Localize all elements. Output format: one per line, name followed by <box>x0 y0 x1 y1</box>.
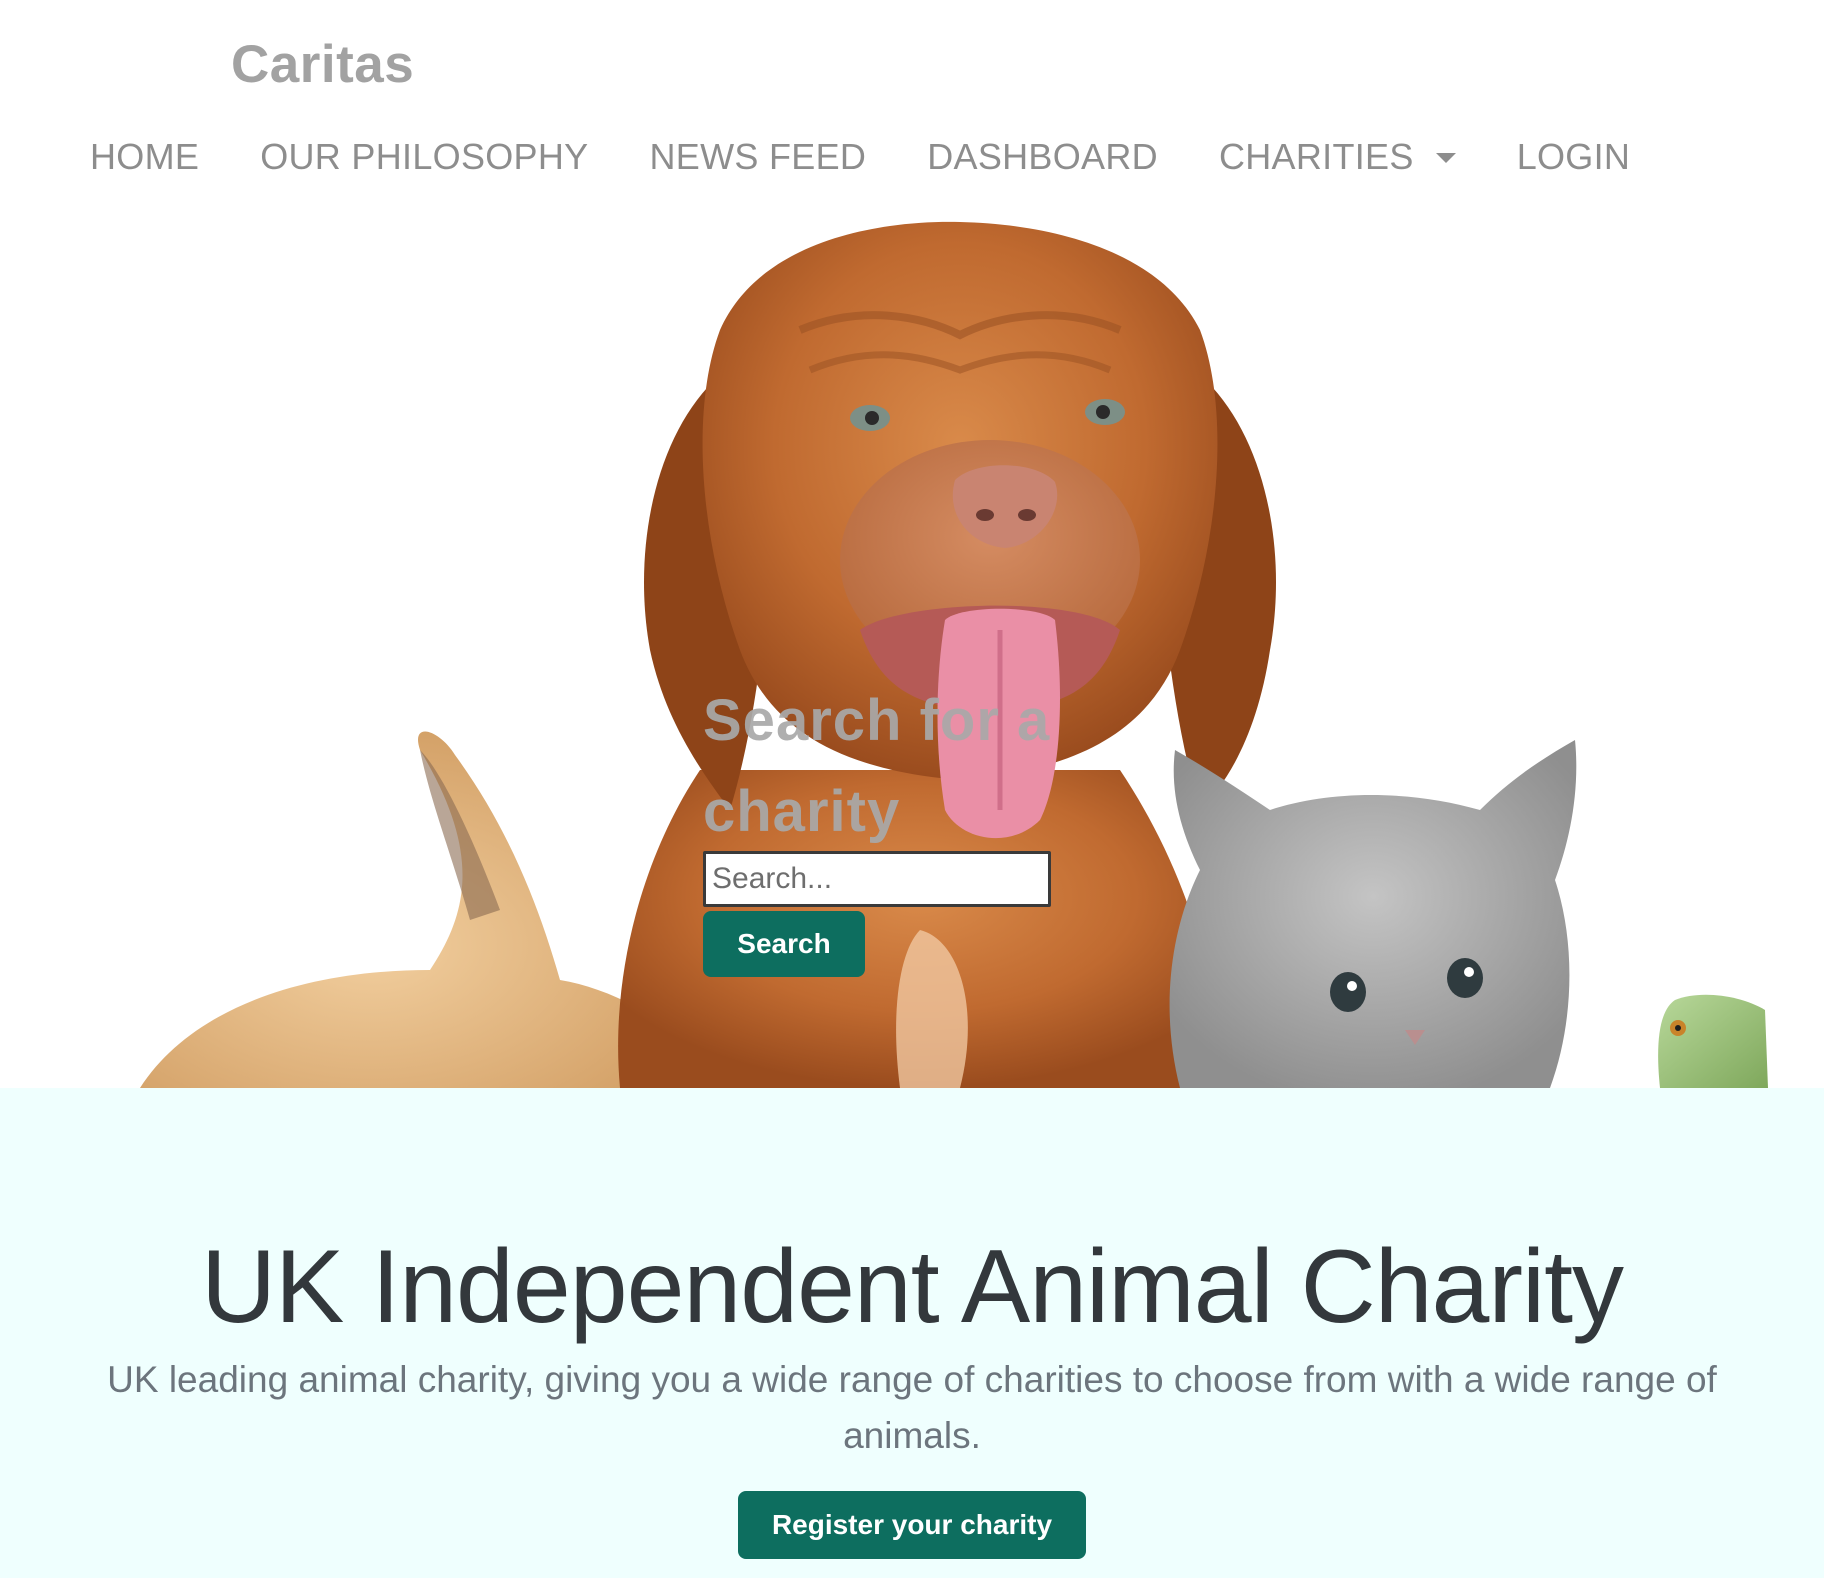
search-heading: Search for a charity <box>703 688 1051 844</box>
nav-our-philosophy[interactable]: OUR PHILOSOPHY <box>260 136 588 178</box>
page-title: UK Independent Animal Charity <box>200 1229 1624 1345</box>
search-input[interactable] <box>703 851 1051 907</box>
nav-login[interactable]: LOGIN <box>1517 136 1631 178</box>
chevron-down-icon <box>1435 153 1456 163</box>
intro-section: UK Independent Animal Charity UK leading… <box>0 1088 1824 1578</box>
search-button[interactable]: Search <box>703 911 865 977</box>
nav-home[interactable]: HOME <box>90 136 199 178</box>
nav-charities-dropdown[interactable]: CHARITIES <box>1219 136 1456 178</box>
hero-section: Search for a charity Search <box>0 210 1824 1088</box>
nav-news-feed[interactable]: NEWS FEED <box>649 136 866 178</box>
main-nav: HOME OUR PHILOSOPHY NEWS FEED DASHBOARD … <box>90 136 1630 178</box>
nav-dashboard[interactable]: DASHBOARD <box>927 136 1158 178</box>
nav-charities-label: CHARITIES <box>1218 136 1414 177</box>
register-charity-button[interactable]: Register your charity <box>738 1491 1086 1559</box>
charity-search: Search for a charity Search <box>703 675 1063 977</box>
brand-logo[interactable]: Caritas <box>231 34 414 95</box>
intro-description: UK leading animal charity, giving you a … <box>107 1359 1717 1456</box>
